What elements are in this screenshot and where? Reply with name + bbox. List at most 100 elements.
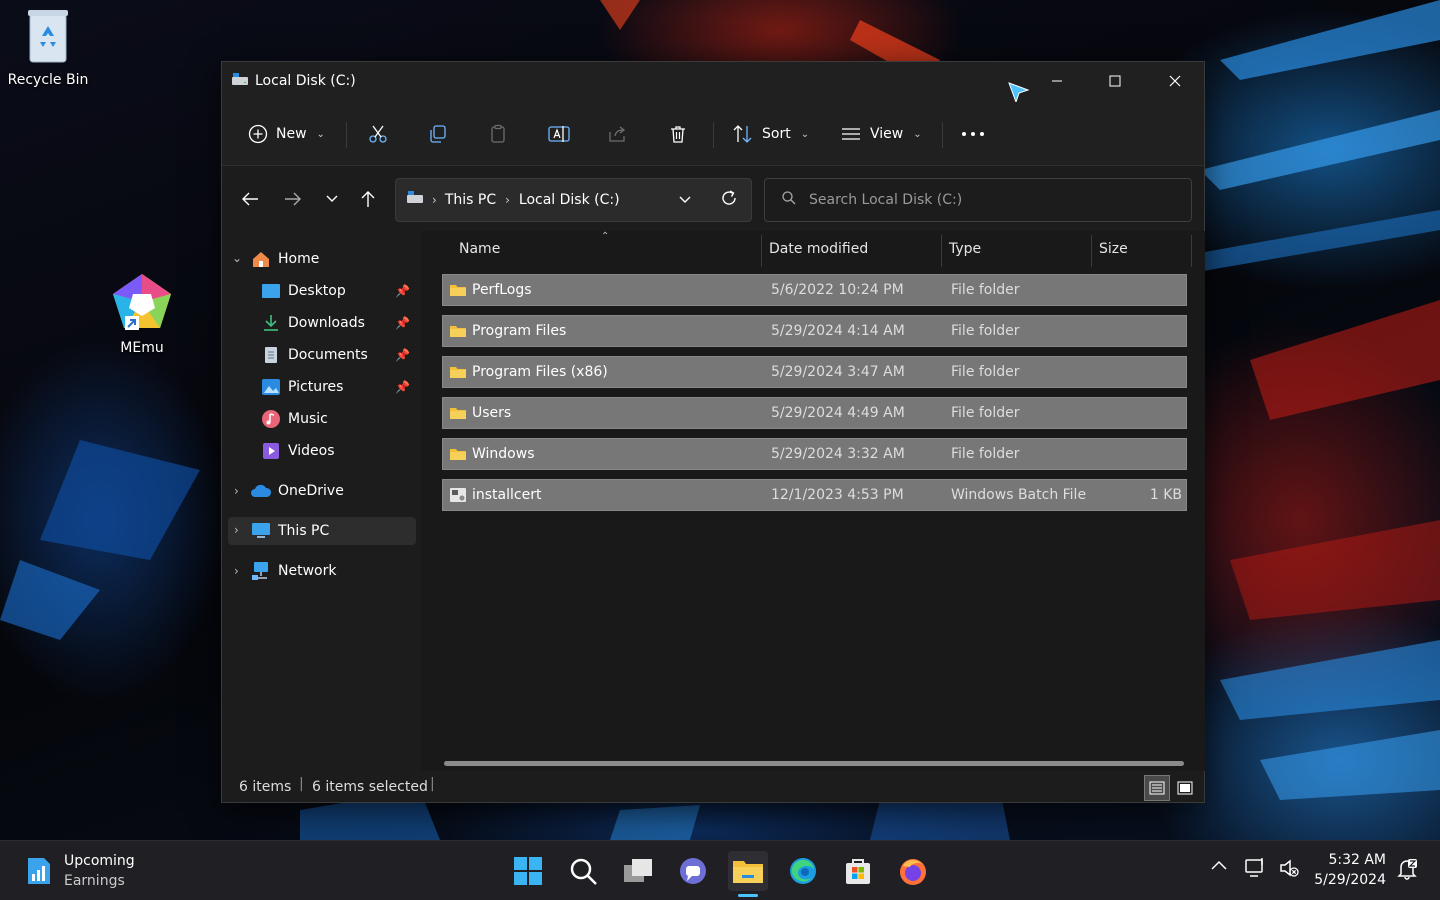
maximize-button[interactable] [1086,62,1144,100]
plus-circle-icon [248,124,268,144]
status-divider: | [299,776,304,792]
volume-button[interactable] [1278,857,1300,883]
breadcrumb-local-disk[interactable]: Local Disk (C:) [519,192,620,208]
widgets-button[interactable]: Upcoming Earnings [26,851,135,891]
home-icon [250,250,272,268]
file-row[interactable]: PerfLogs 5/6/2022 10:24 PM File folder [442,274,1187,306]
breadcrumb-this-pc[interactable]: This PC [445,192,496,208]
refresh-button[interactable] [720,189,738,211]
search-input[interactable] [809,192,1169,208]
delete-button[interactable] [668,118,688,150]
sidebar-item-onedrive[interactable]: OneDrive [250,477,416,505]
column-header-name[interactable]: Name [459,241,500,257]
toolbar-divider [713,122,714,148]
document-icon [260,346,282,364]
column-header-type[interactable]: Type [949,241,981,257]
back-button[interactable] [234,185,266,213]
search-button[interactable] [563,851,603,891]
widget-title: Upcoming [64,853,135,869]
edge-button[interactable] [783,851,823,891]
task-view-button[interactable] [618,851,658,891]
file-row[interactable]: Program Files (x86) 5/29/2024 3:47 AM Fi… [442,356,1187,388]
firefox-icon [900,859,926,885]
file-name: PerfLogs [472,282,532,298]
sort-button[interactable]: Sort ⌄ [732,118,809,150]
search-box[interactable] [764,178,1192,222]
close-button[interactable] [1146,62,1204,100]
chat-icon [680,858,706,884]
notifications-button[interactable] [1396,858,1418,884]
chevron-down-icon: ⌄ [800,128,810,140]
arrow-left-icon [242,192,258,206]
view-button[interactable]: View ⌄ [840,118,922,150]
expand-chevron-icon[interactable]: › [234,564,239,578]
start-button[interactable] [508,851,548,891]
command-bar: New ⌄ Sort ⌄ View ⌄ [222,102,1204,166]
column-header-size[interactable]: Size [1099,241,1128,257]
microsoft-store-button[interactable] [838,851,878,891]
share-button[interactable] [608,118,628,150]
forward-button[interactable] [277,185,309,213]
up-button[interactable] [352,185,384,213]
rename-button[interactable] [548,118,570,150]
new-button[interactable]: New ⌄ [248,118,325,150]
paste-button[interactable] [488,118,508,150]
column-divider[interactable] [1191,235,1192,267]
column-divider[interactable] [941,235,942,267]
tiles-view-button[interactable] [1172,775,1198,801]
sidebar-item-videos[interactable]: Videos [260,437,416,465]
file-type: File folder [951,323,1020,339]
expand-chevron-icon[interactable]: ⌄ [232,251,242,265]
file-row[interactable]: Users 5/29/2024 4:49 AM File folder [442,397,1187,429]
batch-file-icon [449,487,467,507]
share-icon [609,126,626,142]
sidebar-item-label: Desktop [288,283,346,299]
sidebar-item-home[interactable]: Home [250,245,416,273]
recycle-bin-shortcut[interactable]: Recycle Bin [0,6,96,88]
column-header-date[interactable]: Date modified [769,241,868,257]
teams-chat-button[interactable] [673,851,713,891]
address-dropdown-button[interactable] [678,193,692,209]
sidebar-item-downloads[interactable]: Downloads 📌 [260,309,416,337]
more-dots-icon [962,132,984,136]
large-icons-view-icon [1177,781,1193,795]
horizontal-scrollbar[interactable] [444,761,1184,766]
column-divider[interactable] [761,235,762,267]
folder-icon [449,364,467,384]
sidebar-item-network[interactable]: Network [250,557,416,585]
recent-locations-button[interactable] [316,185,348,213]
minimize-button[interactable] [1028,62,1086,100]
network-status-button[interactable] [1244,857,1268,883]
memu-label: MEmu [120,340,164,356]
widget-subtitle: Earnings [64,873,125,889]
column-divider[interactable] [1091,235,1092,267]
cut-button[interactable] [368,118,388,150]
title-bar[interactable]: Local Disk (C:) [222,62,1204,104]
sidebar-item-pictures[interactable]: Pictures 📌 [260,373,416,401]
file-explorer-taskbar-button[interactable] [728,851,768,897]
status-divider: | [430,776,435,792]
sidebar-item-label: Videos [288,443,335,459]
copy-button[interactable] [428,118,448,150]
sidebar-item-desktop[interactable]: Desktop 📌 [260,277,416,305]
sidebar-item-music[interactable]: Music [260,405,416,433]
file-row[interactable]: Program Files 5/29/2024 4:14 AM File fol… [442,315,1187,347]
sidebar-item-this-pc[interactable]: › This PC [228,517,416,545]
expand-chevron-icon[interactable]: › [234,484,239,498]
expand-chevron-icon[interactable]: › [234,523,239,537]
firefox-button[interactable] [893,851,933,891]
clock-button[interactable]: 5:32 AM 5/29/2024 [1312,850,1386,890]
address-bar[interactable]: › This PC › Local Disk (C:) [395,178,752,222]
file-date: 5/29/2024 3:32 AM [771,446,905,462]
file-row[interactable]: Windows 5/29/2024 3:32 AM File folder [442,438,1187,470]
show-hidden-icons-button[interactable] [1210,859,1228,875]
file-row[interactable]: installcert 12/1/2023 4:53 PM Windows Ba… [442,479,1187,511]
sidebar-item-documents[interactable]: Documents 📌 [260,341,416,369]
file-type: File folder [951,364,1020,380]
navigation-pane: ⌄ Home Desktop 📌 Downloads 📌 Documents 📌… [222,231,420,771]
file-name: installcert [472,487,542,503]
memu-shortcut[interactable]: MEmu [94,272,190,356]
refresh-icon [722,190,736,205]
see-more-button[interactable] [960,118,986,150]
details-view-button[interactable] [1144,775,1170,801]
